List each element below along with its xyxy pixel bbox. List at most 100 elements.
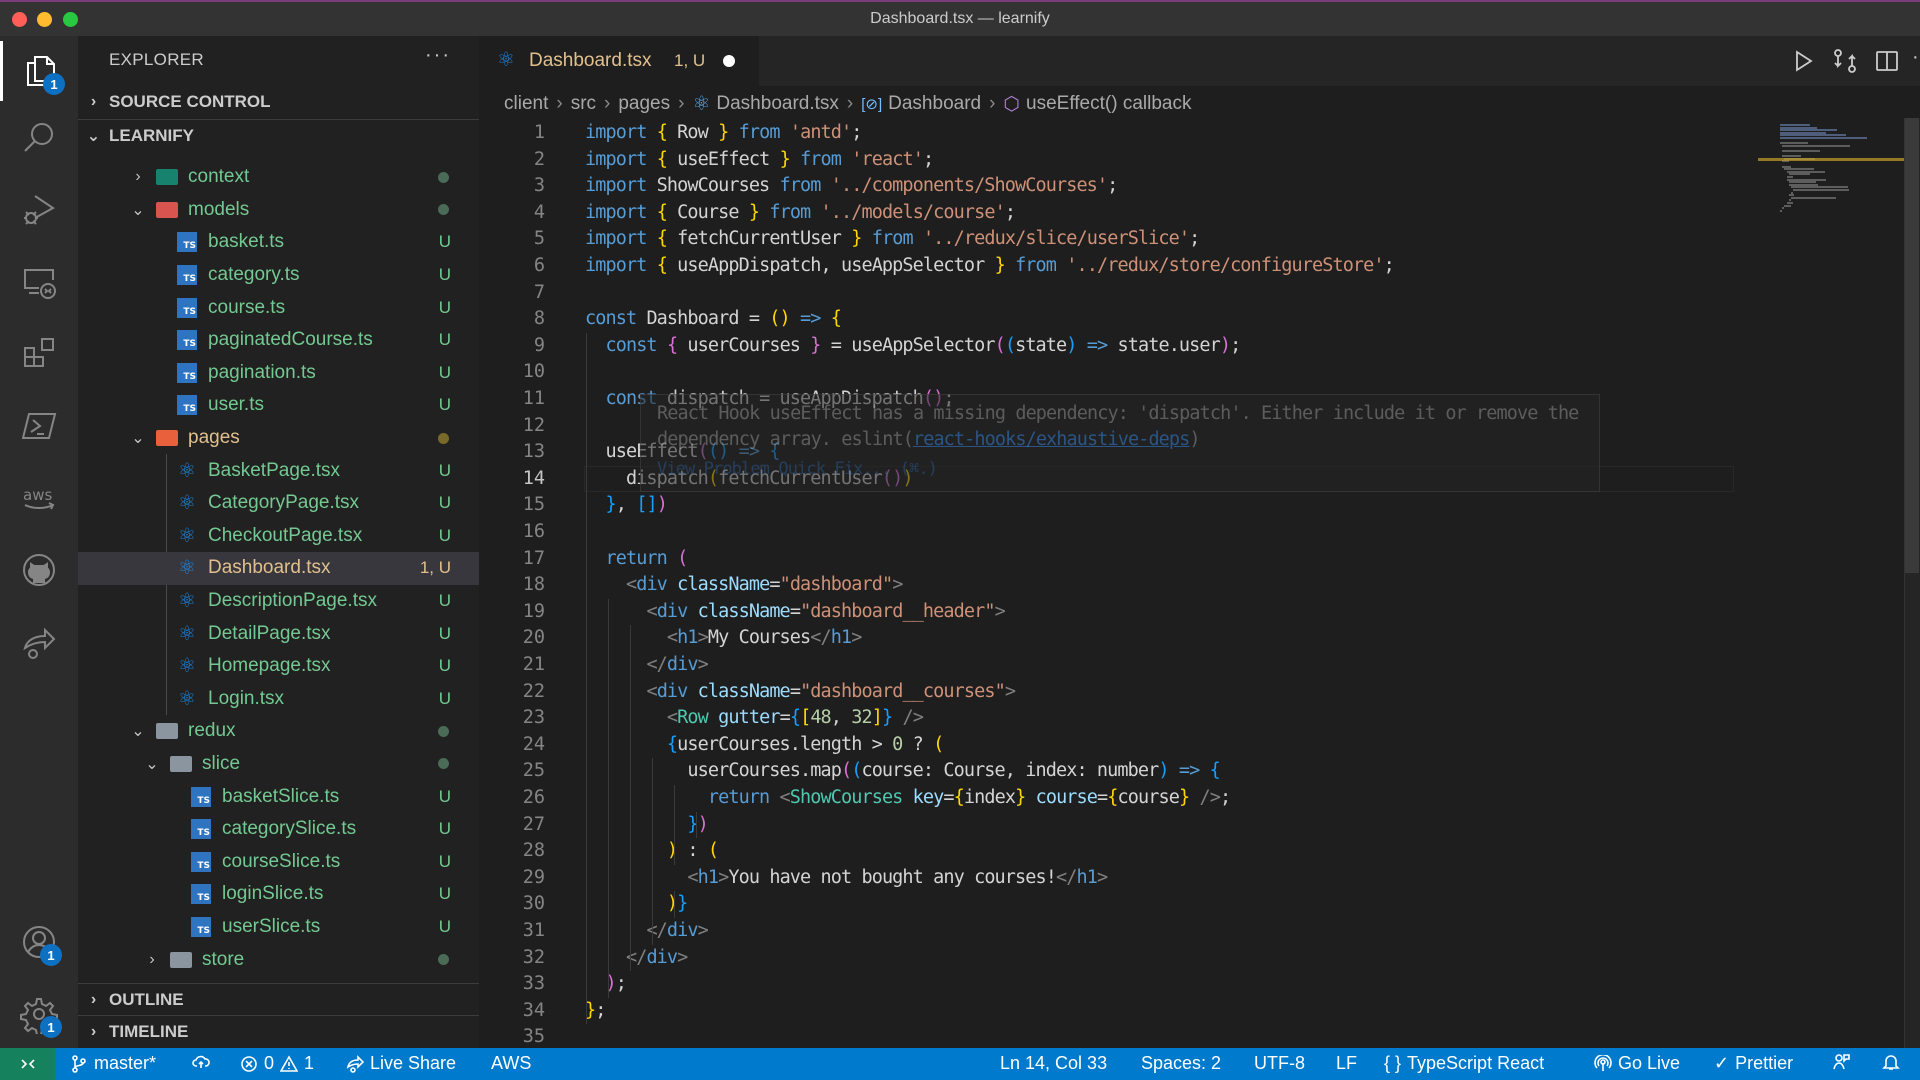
unsaved-dot-icon[interactable]	[723, 55, 735, 67]
activity-remote-explorer[interactable]	[0, 252, 78, 312]
activity-aws[interactable]: aws	[0, 468, 78, 528]
run-button[interactable]	[1790, 48, 1816, 74]
code-line[interactable]: 16	[479, 519, 1759, 546]
file-paginatedcourse-ts[interactable]: TS paginatedCourse.ts U	[78, 324, 479, 357]
code-line[interactable]: 24 {userCourses.length > 0 ? (	[479, 732, 1759, 759]
hover-actions[interactable]: View Problem Quick Fix... (⌘.)	[657, 459, 938, 479]
encoding-status[interactable]: UTF-8	[1254, 1053, 1305, 1074]
activity-powershell[interactable]	[0, 396, 78, 456]
file-userslice-ts[interactable]: TS userSlice.ts U	[78, 911, 479, 944]
learnify-section[interactable]: ⌄ LEARNIFY	[78, 119, 479, 151]
activity-github[interactable]	[0, 540, 78, 600]
folder-context[interactable]: › context	[78, 161, 479, 194]
notifications-button[interactable]	[1882, 1053, 1900, 1071]
split-editor-button[interactable]	[1874, 48, 1900, 74]
activity-live-share[interactable]	[0, 612, 78, 672]
code-line[interactable]: 29 <h1>You have not bought any courses!<…	[479, 865, 1759, 892]
file-dashboard-tsx[interactable]: ⚛ Dashboard.tsx 1, U	[78, 552, 479, 585]
file-basketpage-tsx[interactable]: ⚛ BasketPage.tsx U	[78, 454, 479, 487]
tab-dashboard-tsx[interactable]: ⚛ Dashboard.tsx 1, U	[479, 36, 759, 86]
sync-status[interactable]	[192, 1053, 210, 1071]
code-line[interactable]: 5 import { fetchCurrentUser } from '../re…	[479, 226, 1759, 253]
code-line[interactable]: 26 return <ShowCourses key={index} cours…	[479, 785, 1759, 812]
file-courseslice-ts[interactable]: TS courseSlice.ts U	[78, 845, 479, 878]
timeline-section[interactable]: › TIMELINE	[78, 1015, 479, 1047]
breadcrumb-item[interactable]: Dashboard	[888, 93, 981, 115]
code-line[interactable]: 34};	[479, 998, 1759, 1025]
breadcrumb-item[interactable]: src	[571, 93, 596, 115]
code-line[interactable]: 4 import { Course } from '../models/cours…	[479, 200, 1759, 227]
code-line[interactable]: 32 </div>	[479, 945, 1759, 972]
code-line[interactable]: 17 return (	[479, 546, 1759, 573]
file-basket-ts[interactable]: TS basket.ts U	[78, 226, 479, 259]
code-line[interactable]: 10	[479, 359, 1759, 386]
source-control-section[interactable]: › SOURCE CONTROL	[78, 86, 479, 118]
file-detailpage-tsx[interactable]: ⚛ DetailPage.tsx U	[78, 617, 479, 650]
file-pagination-ts[interactable]: TS pagination.ts U	[78, 357, 479, 390]
activity-run-debug[interactable]	[0, 180, 78, 240]
folder-pages[interactable]: ⌄ pages	[78, 422, 479, 455]
code-line[interactable]: 28 ) : (	[479, 838, 1759, 865]
code-line[interactable]: 20 <h1>My Courses</h1>	[479, 625, 1759, 652]
go-live-status[interactable]: Go Live	[1594, 1053, 1680, 1074]
breadcrumb-item[interactable]: Dashboard.tsx	[716, 93, 839, 115]
code-line[interactable]: 27 })	[479, 812, 1759, 839]
code-line[interactable]: 33 );	[479, 971, 1759, 998]
chevron-down-icon[interactable]: ⌄	[130, 200, 146, 220]
editor-scrollbar-thumb[interactable]	[1905, 118, 1919, 573]
git-branch-status[interactable]: master*	[70, 1053, 156, 1074]
code-line[interactable]: 1 import { Row } from 'antd';	[479, 120, 1759, 147]
breadcrumb-item[interactable]: pages	[618, 93, 670, 115]
code-line[interactable]: 30 )}	[479, 891, 1759, 918]
code-line[interactable]: 15 }, [])	[479, 492, 1759, 519]
eol-status[interactable]: LF	[1336, 1053, 1357, 1074]
code-line[interactable]: 7	[479, 280, 1759, 307]
activity-manage[interactable]: 1	[0, 984, 78, 1044]
code-line[interactable]: 22 <div className="dashboard__courses">	[479, 679, 1759, 706]
live-share-status[interactable]: Live Share	[346, 1053, 456, 1074]
chevron-right-icon[interactable]: ›	[144, 951, 160, 969]
chevron-right-icon[interactable]: ›	[130, 168, 146, 186]
code-line[interactable]: 2 import { useEffect } from 'react';	[479, 147, 1759, 174]
activity-accounts[interactable]: 1	[0, 912, 78, 972]
more-actions-button[interactable]: ···	[1912, 46, 1920, 72]
minimap[interactable]	[1758, 118, 1908, 1048]
code-editor[interactable]: 1 import { Row } from 'antd'; 2 import { us…	[479, 118, 1759, 1048]
breadcrumb-item[interactable]: client	[504, 93, 548, 115]
file-basketslice-ts[interactable]: TS basketSlice.ts U	[78, 780, 479, 813]
file-course-ts[interactable]: TS course.ts U	[78, 291, 479, 324]
file-login-tsx[interactable]: ⚛ Login.tsx U	[78, 683, 479, 716]
explorer-more-actions-button[interactable]: ···	[425, 44, 451, 67]
code-line[interactable]: 35	[479, 1024, 1759, 1048]
code-line[interactable]: 19 <div className="dashboard__header">	[479, 599, 1759, 626]
file-homepage-tsx[interactable]: ⚛ Homepage.tsx U	[78, 650, 479, 683]
feedback-button[interactable]	[1832, 1053, 1850, 1071]
remote-indicator[interactable]	[0, 1048, 55, 1080]
code-line[interactable]: 6 import { useAppDispatch, useAppSelector…	[479, 253, 1759, 280]
code-line[interactable]: 21 </div>	[479, 652, 1759, 679]
file-categoryslice-ts[interactable]: TS categorySlice.ts U	[78, 813, 479, 846]
code-line[interactable]: 25 userCourses.map((course: Course, inde…	[479, 758, 1759, 785]
compare-changes-button[interactable]	[1832, 48, 1858, 74]
breadcrumb-item[interactable]: useEffect() callback	[1026, 93, 1191, 115]
folder-models[interactable]: ⌄ models	[78, 194, 479, 227]
folder-store[interactable]: › store	[78, 943, 479, 976]
language-mode-status[interactable]: { } TypeScript React	[1384, 1053, 1544, 1074]
activity-extensions[interactable]	[0, 324, 78, 384]
file-category-ts[interactable]: TS category.ts U	[78, 259, 479, 292]
file-categorypage-tsx[interactable]: ⚛ CategoryPage.tsx U	[78, 487, 479, 520]
folder-redux[interactable]: ⌄ redux	[78, 715, 479, 748]
activity-search[interactable]	[0, 108, 78, 168]
outline-section[interactable]: › OUTLINE	[78, 983, 479, 1015]
problems-status[interactable]: 0 1	[240, 1053, 314, 1074]
file-loginslice-ts[interactable]: TS loginSlice.ts U	[78, 878, 479, 911]
code-line[interactable]: 23 <Row gutter={[48, 32]} />	[479, 705, 1759, 732]
code-line[interactable]: 9 const { userCourses } = useAppSelector…	[479, 333, 1759, 360]
chevron-down-icon[interactable]: ⌄	[144, 754, 160, 774]
code-line[interactable]: 18 <div className="dashboard">	[479, 572, 1759, 599]
activity-explorer[interactable]: 1	[0, 41, 78, 101]
aws-status[interactable]: AWS	[491, 1053, 531, 1074]
file-user-ts[interactable]: TS user.ts U	[78, 389, 479, 422]
file-descriptionpage-tsx[interactable]: ⚛ DescriptionPage.tsx U	[78, 585, 479, 618]
code-line[interactable]: 3 import ShowCourses from '../components/…	[479, 173, 1759, 200]
